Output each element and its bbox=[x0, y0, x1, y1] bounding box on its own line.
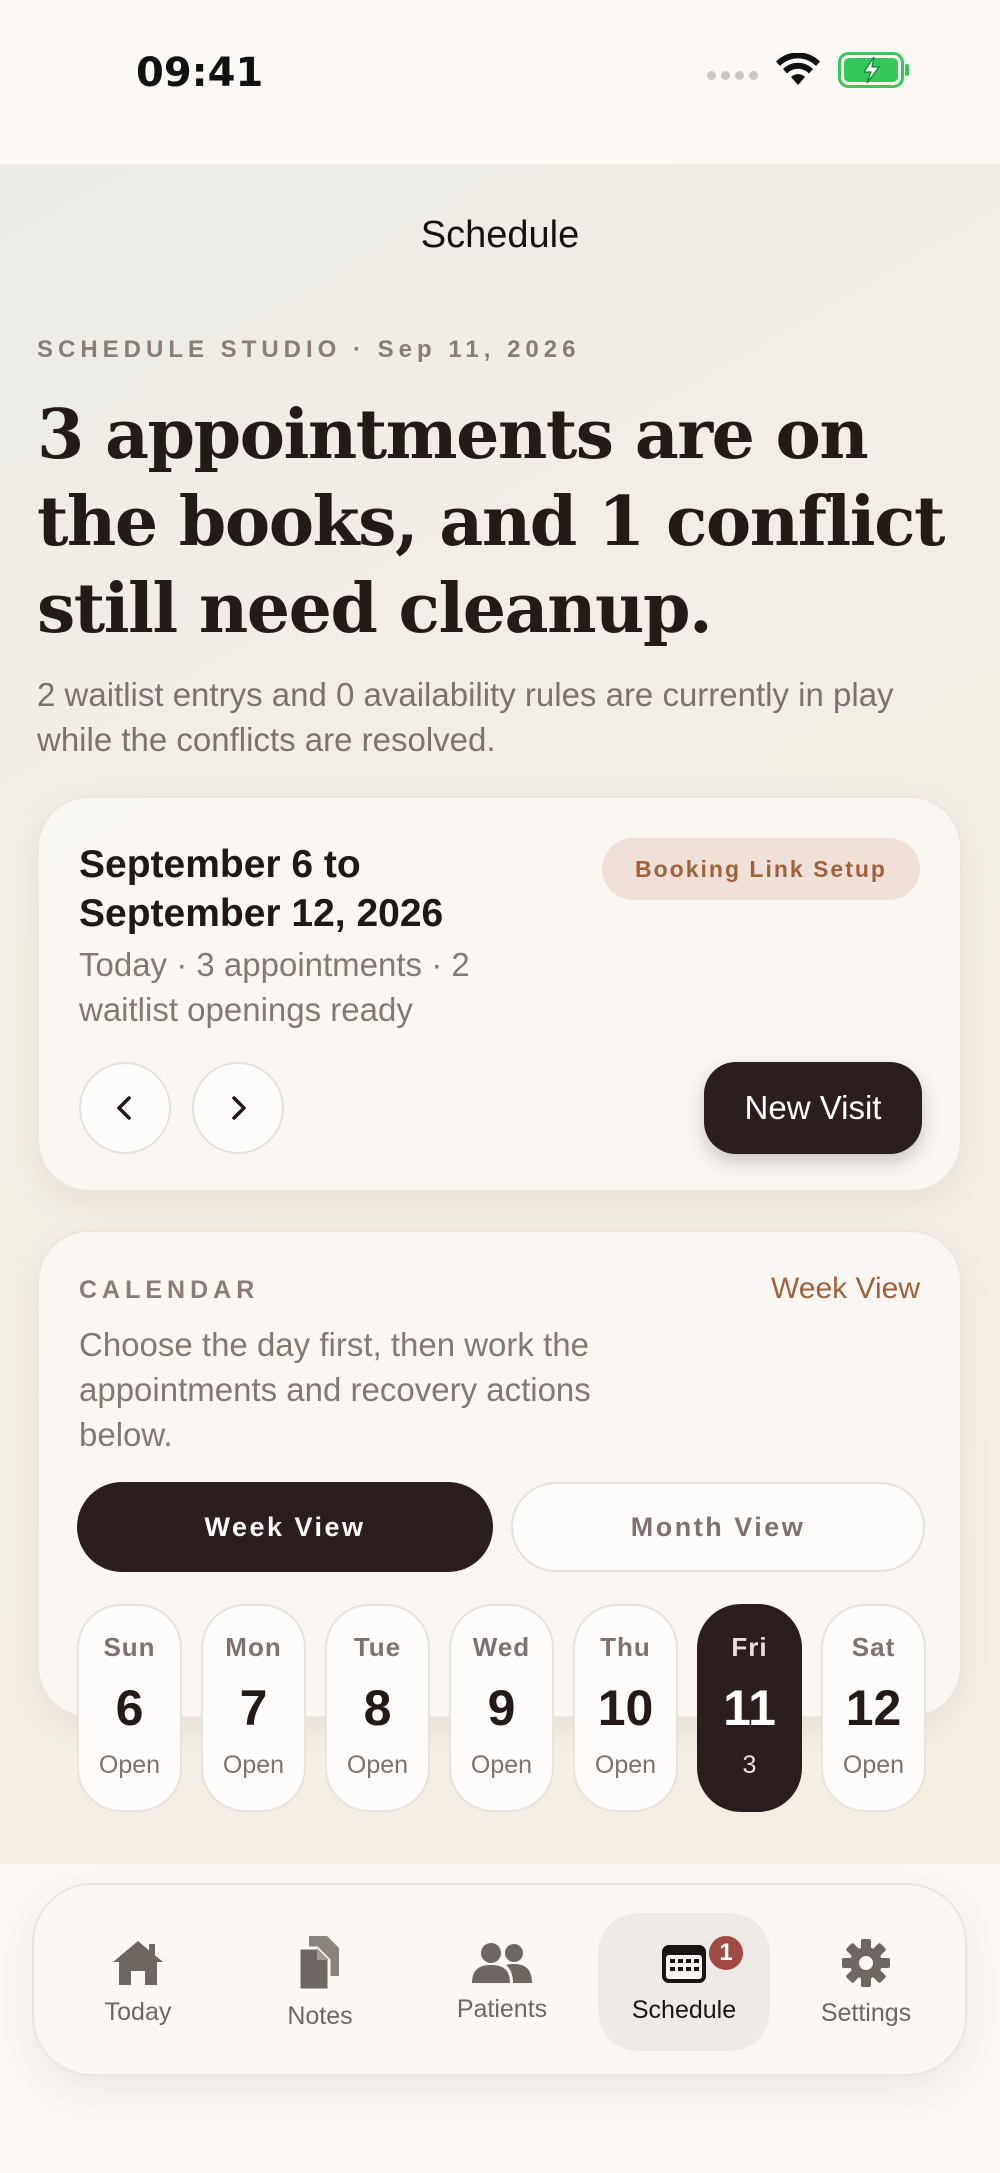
day-name: Sat bbox=[851, 1632, 896, 1662]
day-number: 7 bbox=[239, 1680, 268, 1736]
tab-patients[interactable]: Patients bbox=[416, 1913, 588, 2051]
gear-icon bbox=[842, 1938, 890, 1987]
tab-today[interactable]: Today bbox=[52, 1913, 224, 2051]
hero-subhead: 2 waitlist entrys and 0 availability rul… bbox=[37, 676, 894, 758]
day-chip-fri-selected[interactable]: Fri 11 3 bbox=[697, 1604, 802, 1812]
week-view-segment[interactable]: Week View bbox=[77, 1482, 493, 1572]
calendar-description: Choose the day first, then work the appo… bbox=[79, 1326, 591, 1453]
day-number: 10 bbox=[597, 1680, 654, 1736]
day-name: Wed bbox=[472, 1632, 531, 1662]
day-name: Tue bbox=[353, 1632, 402, 1662]
calendar-icon bbox=[662, 1944, 706, 1983]
day-name: Sun bbox=[103, 1632, 156, 1662]
week-range-title: September 6 to September 12, 2026 bbox=[79, 843, 444, 935]
day-status: Open bbox=[346, 1751, 409, 1779]
tab-label: Notes bbox=[287, 2001, 353, 2030]
day-number: 11 bbox=[723, 1680, 776, 1736]
day-chip-sun[interactable]: Sun 6 Open bbox=[77, 1604, 182, 1812]
day-status: Open bbox=[594, 1751, 657, 1779]
tab-label: Settings bbox=[820, 1998, 912, 2027]
tab-label: Today bbox=[104, 1997, 172, 2026]
page-title: Schedule bbox=[420, 214, 580, 256]
hero-eyebrow: SCHEDULE STUDIO · Sep 11, 2026 bbox=[37, 336, 581, 363]
booking-link-setup-button[interactable]: Booking Link Setup bbox=[602, 838, 920, 900]
tab-label: Schedule bbox=[631, 1995, 737, 2024]
day-number: 12 bbox=[845, 1680, 902, 1736]
month-view-segment[interactable]: Month View bbox=[511, 1482, 925, 1572]
battery-charging-icon bbox=[838, 52, 909, 88]
chevron-right-icon bbox=[232, 1096, 246, 1120]
people-icon bbox=[472, 1942, 532, 1983]
calendar-view-link[interactable]: Week View bbox=[771, 1272, 920, 1306]
chevron-left-icon bbox=[117, 1096, 131, 1120]
day-chip-thu[interactable]: Thu 10 Open bbox=[573, 1604, 678, 1812]
status-bar: 09:41 bbox=[0, 0, 1000, 164]
tab-label: Patients bbox=[456, 1994, 548, 2023]
day-number: 6 bbox=[115, 1680, 144, 1736]
house-icon bbox=[113, 1940, 163, 1985]
new-visit-button[interactable]: New Visit bbox=[704, 1062, 922, 1154]
day-name: Thu bbox=[600, 1632, 651, 1662]
next-week-button[interactable] bbox=[192, 1062, 284, 1154]
day-chip-wed[interactable]: Wed 9 Open bbox=[449, 1604, 554, 1812]
documents-icon bbox=[297, 1935, 339, 1991]
tab-settings[interactable]: Settings bbox=[780, 1913, 952, 2051]
day-chip-mon[interactable]: Mon 7 Open bbox=[201, 1604, 306, 1812]
day-number: 8 bbox=[363, 1680, 392, 1736]
day-status: Open bbox=[98, 1751, 161, 1779]
tab-notes[interactable]: Notes bbox=[234, 1913, 406, 2051]
day-selector: Sun 6 Open Mon 7 Open Tue 8 Open Wed 9 O… bbox=[77, 1604, 926, 1812]
day-status: Open bbox=[222, 1751, 285, 1779]
day-name: Fri bbox=[731, 1632, 768, 1662]
status-icons bbox=[707, 52, 910, 88]
schedule-screen: Schedule SCHEDULE STUDIO · Sep 11, 2026 … bbox=[0, 164, 1000, 1864]
calendar-card: CALENDAR Week View Choose the day first,… bbox=[37, 1230, 962, 1812]
day-status: Open bbox=[842, 1751, 905, 1779]
day-status: Open bbox=[470, 1751, 533, 1779]
wifi-icon bbox=[776, 53, 820, 85]
hero-headline: 3 appointments are on the books, and 1 c… bbox=[37, 395, 945, 649]
schedule-notification-badge: 1 bbox=[706, 1933, 746, 1973]
day-appointment-count: 3 bbox=[742, 1751, 757, 1779]
calendar-eyebrow: CALENDAR bbox=[79, 1276, 260, 1304]
week-summary-card: September 6 to September 12, 2026 Today … bbox=[37, 796, 962, 1192]
status-time: 09:41 bbox=[136, 50, 264, 96]
tab-schedule[interactable]: 1 Schedule bbox=[598, 1913, 770, 2051]
cellular-signal-icon bbox=[707, 70, 758, 80]
week-summary-text: Today · 3 appointments · 2 waitlist open… bbox=[79, 946, 470, 1028]
day-chip-tue[interactable]: Tue 8 Open bbox=[325, 1604, 430, 1812]
day-name: Mon bbox=[225, 1632, 282, 1662]
day-number: 9 bbox=[487, 1680, 516, 1736]
day-chip-sat[interactable]: Sat 12 Open bbox=[821, 1604, 926, 1812]
tab-bar: Today Notes Patients 1 Schedule Settings bbox=[32, 1883, 967, 2076]
previous-week-button[interactable] bbox=[79, 1062, 171, 1154]
